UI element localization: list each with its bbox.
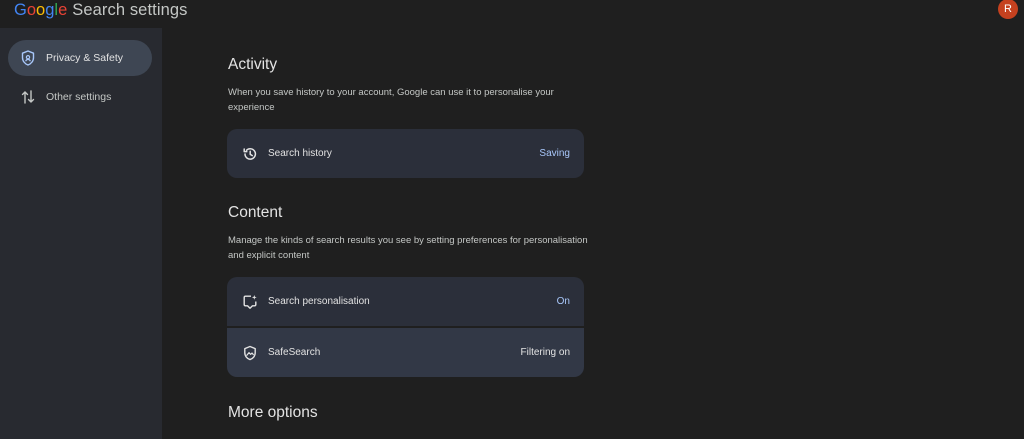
history-icon <box>241 145 259 163</box>
logo-letter: e <box>58 1 68 19</box>
page-title: Search settings <box>72 1 188 19</box>
sidebar-item-other-settings[interactable]: Other settings <box>8 79 152 115</box>
personalisation-icon <box>241 293 259 311</box>
content-description: Manage the kinds of search results you s… <box>228 235 588 261</box>
search-personalisation-label: Search personalisation <box>268 296 370 307</box>
logo-letter: o <box>26 1 37 19</box>
sidebar-item-label: Privacy & Safety <box>46 52 124 64</box>
sort-arrows-icon <box>20 89 36 105</box>
top-bar: Google Search settings R <box>0 0 1024 28</box>
activity-heading: Activity <box>228 56 278 73</box>
safesearch-status: Filtering on <box>520 347 570 358</box>
content-heading: Content <box>228 204 283 221</box>
sidebar-item-label: Other settings <box>46 91 112 103</box>
account-avatar[interactable]: R <box>998 0 1018 19</box>
search-history-status: Saving <box>539 148 570 159</box>
sidebar-item-privacy-safety[interactable]: Privacy & Safety <box>8 40 152 76</box>
logo-letter: o <box>36 1 46 19</box>
search-history-card[interactable]: Search history Saving <box>227 129 584 178</box>
app-root: Google Search settings R Privacy & Safet… <box>0 0 1024 439</box>
google-logo-title[interactable]: Google Search settings <box>14 1 188 23</box>
safesearch-icon <box>241 344 259 362</box>
activity-description: When you save history to your account, G… <box>228 87 554 113</box>
search-history-label: Search history <box>268 148 332 159</box>
search-personalisation-status: On <box>556 296 570 307</box>
main-content: Activity When you save history to your a… <box>162 28 1024 439</box>
google-logo[interactable]: Google <box>14 1 67 20</box>
more-options-heading: More options <box>228 404 318 421</box>
safesearch-label: SafeSearch <box>268 347 321 358</box>
search-personalisation-card[interactable]: Search personalisation On <box>227 277 584 326</box>
logo-letter: G <box>14 1 27 19</box>
logo-letter: g <box>45 1 55 19</box>
safesearch-card[interactable]: SafeSearch Filtering on <box>227 328 584 377</box>
shield-icon <box>20 50 36 66</box>
sidebar: Privacy & Safety Other settings <box>0 28 162 439</box>
